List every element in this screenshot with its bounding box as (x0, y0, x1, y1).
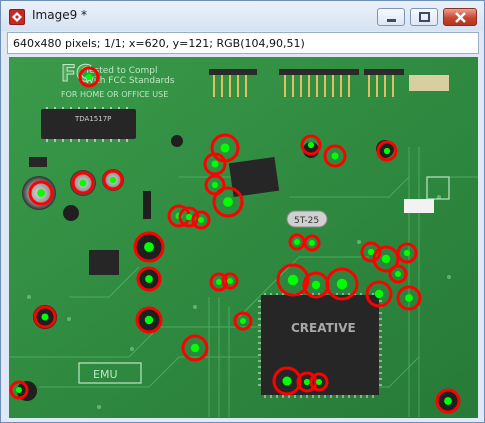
marker-center (145, 275, 153, 283)
marker-center (367, 248, 375, 256)
window-title: Image9 * (32, 8, 88, 22)
marker-center (311, 280, 321, 290)
marker-center (220, 143, 230, 153)
marker-center (227, 278, 233, 284)
marker-center (395, 271, 401, 277)
imagej-app-icon (9, 9, 25, 25)
marker-center (185, 213, 193, 221)
marker-center (287, 274, 299, 286)
marker-center (374, 289, 384, 299)
marker-center (211, 160, 219, 168)
marker-center (282, 376, 292, 386)
close-button[interactable] (443, 8, 477, 26)
marker-center (79, 179, 87, 187)
image-canvas[interactable]: FC Tested to Compl With FCC Standards FO… (9, 57, 478, 418)
marker-center (211, 181, 219, 189)
marker-center (405, 294, 413, 302)
marker-center (316, 379, 322, 385)
pcb-photo: FC Tested to Compl With FCC Standards FO… (9, 57, 478, 418)
ic-label: TDA1517P (74, 115, 111, 123)
marker-center (216, 279, 222, 285)
marker-center (381, 254, 391, 264)
image-info-bar: 640x480 pixels; 1/1; x=620, y=121; RGB(1… (7, 32, 479, 54)
marker-center (144, 315, 154, 325)
chip-brand: CREATIVE (291, 321, 356, 335)
marker-center (144, 242, 154, 252)
marker-center (383, 147, 391, 155)
marker-center (85, 73, 93, 81)
marker-center (309, 240, 315, 246)
marker-center (307, 141, 315, 149)
marker-center (16, 387, 22, 393)
maximize-button[interactable] (410, 8, 438, 26)
emu-label: EMU (93, 368, 118, 381)
marker-center (444, 397, 452, 405)
marker-center (294, 239, 300, 245)
crystal-label: 5T-25 (294, 216, 319, 226)
marker-center (109, 176, 117, 184)
image-info-text: 640x480 pixels; 1/1; x=620, y=121; RGB(1… (13, 37, 305, 50)
marker-center (331, 152, 339, 160)
marker-center (198, 217, 204, 223)
imagej-window: Image9 * 640x480 pixels; 1/1; x=620, y=1… (0, 0, 485, 423)
marker-center (336, 278, 348, 290)
marker-center (240, 318, 246, 324)
marker-center (190, 343, 200, 353)
marker-center (403, 249, 411, 257)
title-bar[interactable]: Image9 * (1, 1, 484, 31)
marker-center (223, 197, 233, 207)
fcc-line3: FOR HOME OR OFFICE USE (61, 90, 168, 99)
marker-center (41, 313, 49, 321)
marker-center (303, 378, 311, 386)
minimize-button[interactable] (377, 8, 405, 26)
marker-center (37, 189, 45, 197)
